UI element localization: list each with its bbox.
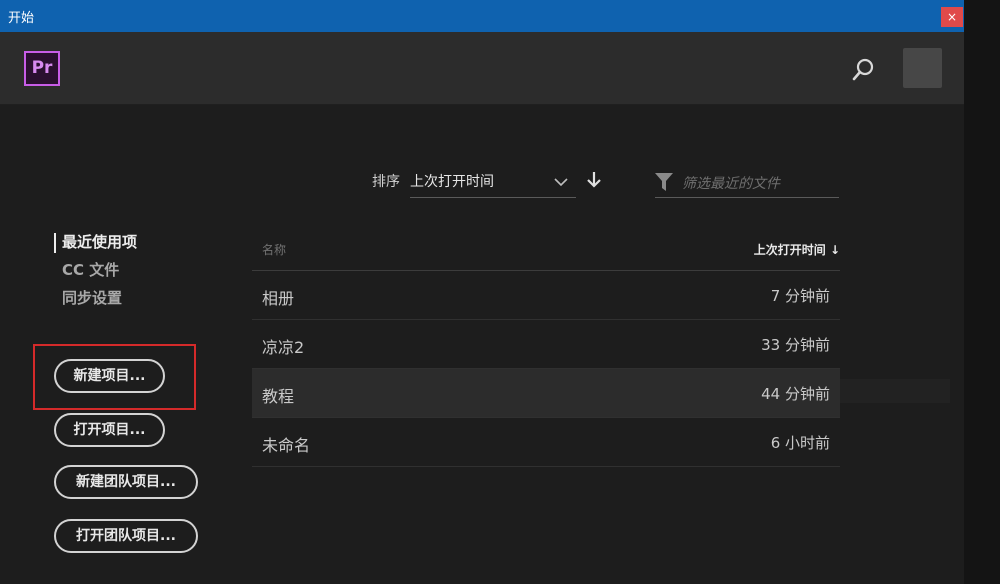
new-team-project-button[interactable]: 新建团队项目... — [54, 465, 198, 499]
column-header-time[interactable]: 上次打开时间 ↓ — [754, 241, 840, 258]
file-time: 7 分钟前 — [770, 287, 830, 305]
file-time: 6 小时前 — [770, 434, 830, 452]
recent-files-table: 名称 上次打开时间 ↓ 相册 7 分钟前 凉凉2 33 分钟前 教程 44 分钟… — [252, 229, 840, 467]
open-project-button[interactable]: 打开项目... — [54, 413, 165, 447]
close-icon[interactable]: × — [941, 7, 963, 27]
search-icon[interactable] — [850, 56, 878, 84]
file-name: 相册 — [262, 289, 295, 308]
left-nav: 最近使用项 CC 文件 同步设置 — [54, 231, 137, 315]
filter-input[interactable]: 筛选最近的文件 — [655, 167, 839, 198]
table-row[interactable]: 教程 44 分钟前 — [252, 369, 840, 418]
sort-label: 排序 — [372, 174, 400, 190]
nav-item-recent[interactable]: 最近使用项 — [54, 231, 137, 259]
filter-icon — [655, 172, 673, 196]
title-bar: 开始 × — [0, 0, 964, 32]
open-team-project-button[interactable]: 打开团队项目... — [54, 519, 198, 553]
table-row[interactable]: 相册 7 分钟前 — [252, 271, 840, 320]
start-panel: 排序 上次打开时间 筛选最近的文件 最近使用项 CC 文件 同步设置 新建项目.… — [0, 105, 964, 584]
row-overflow-shadow — [840, 379, 950, 403]
header: Pr — [0, 32, 964, 105]
file-time: 44 分钟前 — [761, 385, 830, 403]
background-strip — [964, 0, 1000, 584]
nav-item-sync-settings[interactable]: 同步设置 — [54, 287, 137, 315]
table-row[interactable]: 未命名 6 小时前 — [252, 418, 840, 467]
premiere-logo: Pr — [24, 51, 60, 86]
avatar[interactable] — [903, 48, 942, 88]
file-time: 33 分钟前 — [761, 336, 830, 354]
table-row[interactable]: 凉凉2 33 分钟前 — [252, 320, 840, 369]
sort-value: 上次打开时间 — [410, 174, 494, 190]
file-name: 凉凉2 — [262, 338, 305, 357]
table-header: 名称 上次打开时间 ↓ — [252, 229, 840, 271]
window-title: 开始 — [8, 11, 35, 26]
new-project-button[interactable]: 新建项目... — [54, 359, 165, 393]
chevron-down-icon — [554, 175, 568, 191]
filter-placeholder: 筛选最近的文件 — [682, 176, 780, 192]
sort-dropdown[interactable]: 上次打开时间 — [410, 167, 576, 198]
file-name: 教程 — [262, 387, 295, 406]
arrow-down-icon[interactable] — [586, 171, 602, 189]
file-name: 未命名 — [262, 436, 311, 455]
column-header-name[interactable]: 名称 — [262, 241, 286, 258]
nav-item-cc-files[interactable]: CC 文件 — [54, 259, 137, 287]
